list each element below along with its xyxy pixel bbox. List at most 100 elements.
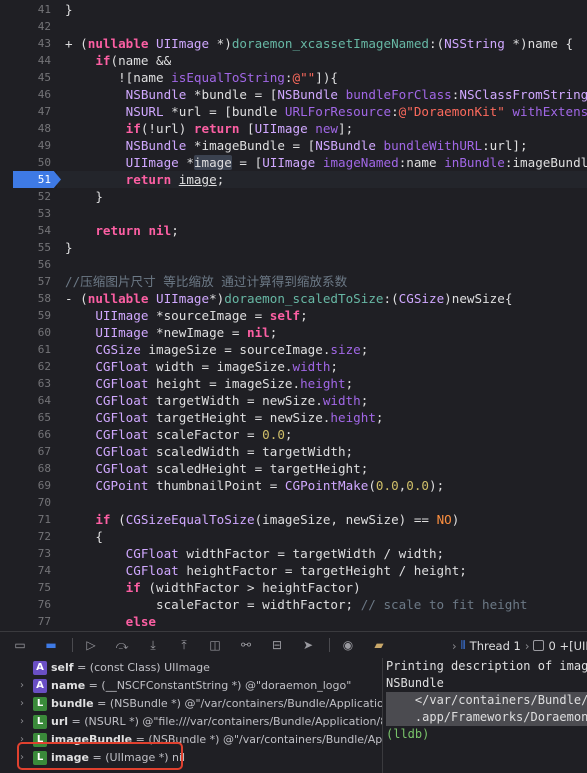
code-text[interactable]: //压缩图片尺寸 等比缩放 通过计算得到缩放系数	[65, 273, 347, 290]
code-line[interactable]: 50 UIImage *image = [UIImage imageNamed:…	[0, 154, 587, 171]
line-number[interactable]: 41	[0, 1, 51, 18]
breakpoints-toggle-icon[interactable]: ▬	[41, 637, 61, 654]
variables-view[interactable]: Aself = (const Class) UIImage › Aname = (_…	[0, 658, 383, 773]
code-text[interactable]: if (CGSizeEqualToSize(imageSize, newSize…	[65, 511, 459, 528]
code-text[interactable]: else	[65, 613, 156, 630]
code-line[interactable]: 74 CGFloat heightFactor = targetHeight /…	[0, 562, 587, 579]
code-line[interactable]: 47 NSURL *url = [bundle URLForResource:@…	[0, 103, 587, 120]
code-line[interactable]: 54 return nil;	[0, 222, 587, 239]
line-number[interactable]: 56	[0, 256, 51, 273]
thread-selector[interactable]: › ⦀ Thread 1 › 0 +[UII	[452, 632, 587, 659]
step-into-icon[interactable]: ⤓	[143, 637, 163, 654]
disclosure-chevron-icon[interactable]: ›	[20, 677, 24, 695]
code-text[interactable]: CGFloat width = imageSize.width;	[65, 358, 338, 375]
line-number[interactable]: 58	[0, 290, 51, 307]
environment-overrides-icon[interactable]: ⊟	[267, 637, 287, 654]
code-text[interactable]: CGFloat scaledHeight = targetHeight;	[65, 460, 368, 477]
code-line[interactable]: 65 CGFloat targetHeight = newSize.height…	[0, 409, 587, 426]
line-number[interactable]: 52	[0, 188, 51, 205]
code-line[interactable]: 58 - (nullable UIImage*)doraemon_scaledTo…	[0, 290, 587, 307]
line-number[interactable]: 77	[0, 613, 51, 630]
code-text[interactable]: CGFloat heightFactor = targetHeight / he…	[65, 562, 467, 579]
code-line[interactable]: 57 //压缩图片尺寸 等比缩放 通过计算得到缩放系数	[0, 273, 587, 290]
line-number[interactable]: 47	[0, 103, 51, 120]
code-line[interactable]: 71 if (CGSizeEqualToSize(imageSize, newS…	[0, 511, 587, 528]
code-text[interactable]: {	[65, 528, 103, 545]
code-line[interactable]: 70	[0, 494, 587, 511]
code-line[interactable]: 52 }	[0, 188, 587, 205]
line-number[interactable]: 67	[0, 443, 51, 460]
code-text[interactable]: if(name &&	[65, 52, 171, 69]
code-line[interactable]: 51 return image;	[0, 171, 587, 188]
step-over-icon[interactable]: ⤼	[112, 637, 132, 654]
line-number[interactable]: 73	[0, 545, 51, 562]
code-text[interactable]: CGSize imageSize = sourceImage.size;	[65, 341, 368, 358]
code-text[interactable]: CGFloat targetHeight = newSize.height;	[65, 409, 383, 426]
line-number[interactable]: 64	[0, 392, 51, 409]
code-line[interactable]: 67 CGFloat scaledWidth = targetWidth;	[0, 443, 587, 460]
code-line[interactable]: 43 + (nullable UIImage *)doraemon_xcasset…	[0, 35, 587, 52]
code-text[interactable]: CGPoint thumbnailPoint = CGPointMake(0.0…	[65, 477, 444, 494]
code-text[interactable]: CGFloat widthFactor = targetWidth / widt…	[65, 545, 444, 562]
code-text[interactable]: CGFloat scaleFactor = 0.0;	[65, 426, 292, 443]
code-line[interactable]: 41}	[0, 1, 587, 18]
folder-icon[interactable]: ▰	[369, 637, 389, 654]
console-line[interactable]: </var/containers/Bundle/	[386, 692, 587, 709]
code-line[interactable]: 61 CGSize imageSize = sourceImage.size;	[0, 341, 587, 358]
code-line[interactable]: 66 CGFloat scaleFactor = 0.0;	[0, 426, 587, 443]
code-text[interactable]: return nil;	[65, 222, 178, 239]
line-number[interactable]: 60	[0, 324, 51, 341]
code-text[interactable]: - (nullable UIImage*)doraemon_scaledToSi…	[65, 290, 512, 307]
line-number[interactable]: 48	[0, 120, 51, 137]
code-text[interactable]: scaleFactor = widthFactor; // scale to f…	[65, 596, 528, 613]
view-hierarchy-icon[interactable]: ◫	[205, 637, 225, 654]
line-number[interactable]: 74	[0, 562, 51, 579]
code-line[interactable]: 75 if (widthFactor > heightFactor)	[0, 579, 587, 596]
line-number[interactable]: 62	[0, 358, 51, 375]
code-text[interactable]: if(!url) return [UIImage new];	[65, 120, 354, 137]
code-text[interactable]: return image;	[65, 171, 225, 188]
code-text[interactable]: ![name isEqualToString:@""]){	[65, 69, 338, 86]
line-number[interactable]: 69	[0, 477, 51, 494]
code-line[interactable]: 62 CGFloat width = imageSize.width;	[0, 358, 587, 375]
code-text[interactable]: + (nullable UIImage *)doraemon_xcassetIm…	[65, 35, 573, 52]
line-number[interactable]: 68	[0, 460, 51, 477]
variable-row[interactable]: Aself = (const Class) UIImage	[0, 659, 382, 677]
code-text[interactable]: UIImage *sourceImage = self;	[65, 307, 307, 324]
line-number[interactable]: 70	[0, 494, 51, 511]
console-line[interactable]: NSBundle	[386, 675, 587, 692]
code-text[interactable]: CGFloat targetWidth = newSize.width;	[65, 392, 368, 409]
simulate-location-icon[interactable]: ➤	[298, 637, 318, 654]
code-line[interactable]: 76 scaleFactor = widthFactor; // scale t…	[0, 596, 587, 613]
code-line[interactable]: 46 NSBundle *bundle = [NSBundle bundleFo…	[0, 86, 587, 103]
line-number[interactable]: 55	[0, 239, 51, 256]
code-text[interactable]: CGFloat scaledWidth = targetWidth;	[65, 443, 353, 460]
code-line[interactable]: 53	[0, 205, 587, 222]
line-number[interactable]: 59	[0, 307, 51, 324]
continue-icon[interactable]: ▷	[81, 637, 101, 654]
console-prompt[interactable]: (lldb)	[386, 726, 587, 743]
code-text[interactable]: }	[65, 188, 103, 205]
line-number[interactable]: 43	[0, 35, 51, 52]
step-out-icon[interactable]: ⤒	[174, 637, 194, 654]
code-line[interactable]: 63 CGFloat height = imageSize.height;	[0, 375, 587, 392]
code-line[interactable]: 77 else	[0, 613, 587, 630]
variable-row[interactable]: › Lurl = (NSURL *) @"file:///var/containe…	[0, 713, 382, 731]
code-line[interactable]: 60 UIImage *newImage = nil;	[0, 324, 587, 341]
code-text[interactable]: CGFloat height = imageSize.height;	[65, 375, 353, 392]
line-number[interactable]: 44	[0, 52, 51, 69]
code-line[interactable]: 73 CGFloat widthFactor = targetWidth / w…	[0, 545, 587, 562]
line-number[interactable]: 51	[0, 171, 51, 188]
hide-debug-area-icon[interactable]: ▭	[10, 637, 30, 654]
line-number[interactable]: 61	[0, 341, 51, 358]
code-line[interactable]: 59 UIImage *sourceImage = self;	[0, 307, 587, 324]
line-number[interactable]: 53	[0, 205, 51, 222]
variable-row[interactable]: › Lbundle = (NSBundle *) @"/var/container…	[0, 695, 382, 713]
code-text[interactable]: if (widthFactor > heightFactor)	[65, 579, 361, 596]
code-line[interactable]: 44 if(name &&	[0, 52, 587, 69]
line-number[interactable]: 72	[0, 528, 51, 545]
line-number[interactable]: 49	[0, 137, 51, 154]
code-line[interactable]: 72 {	[0, 528, 587, 545]
line-number[interactable]: 57	[0, 273, 51, 290]
line-number[interactable]: 63	[0, 375, 51, 392]
